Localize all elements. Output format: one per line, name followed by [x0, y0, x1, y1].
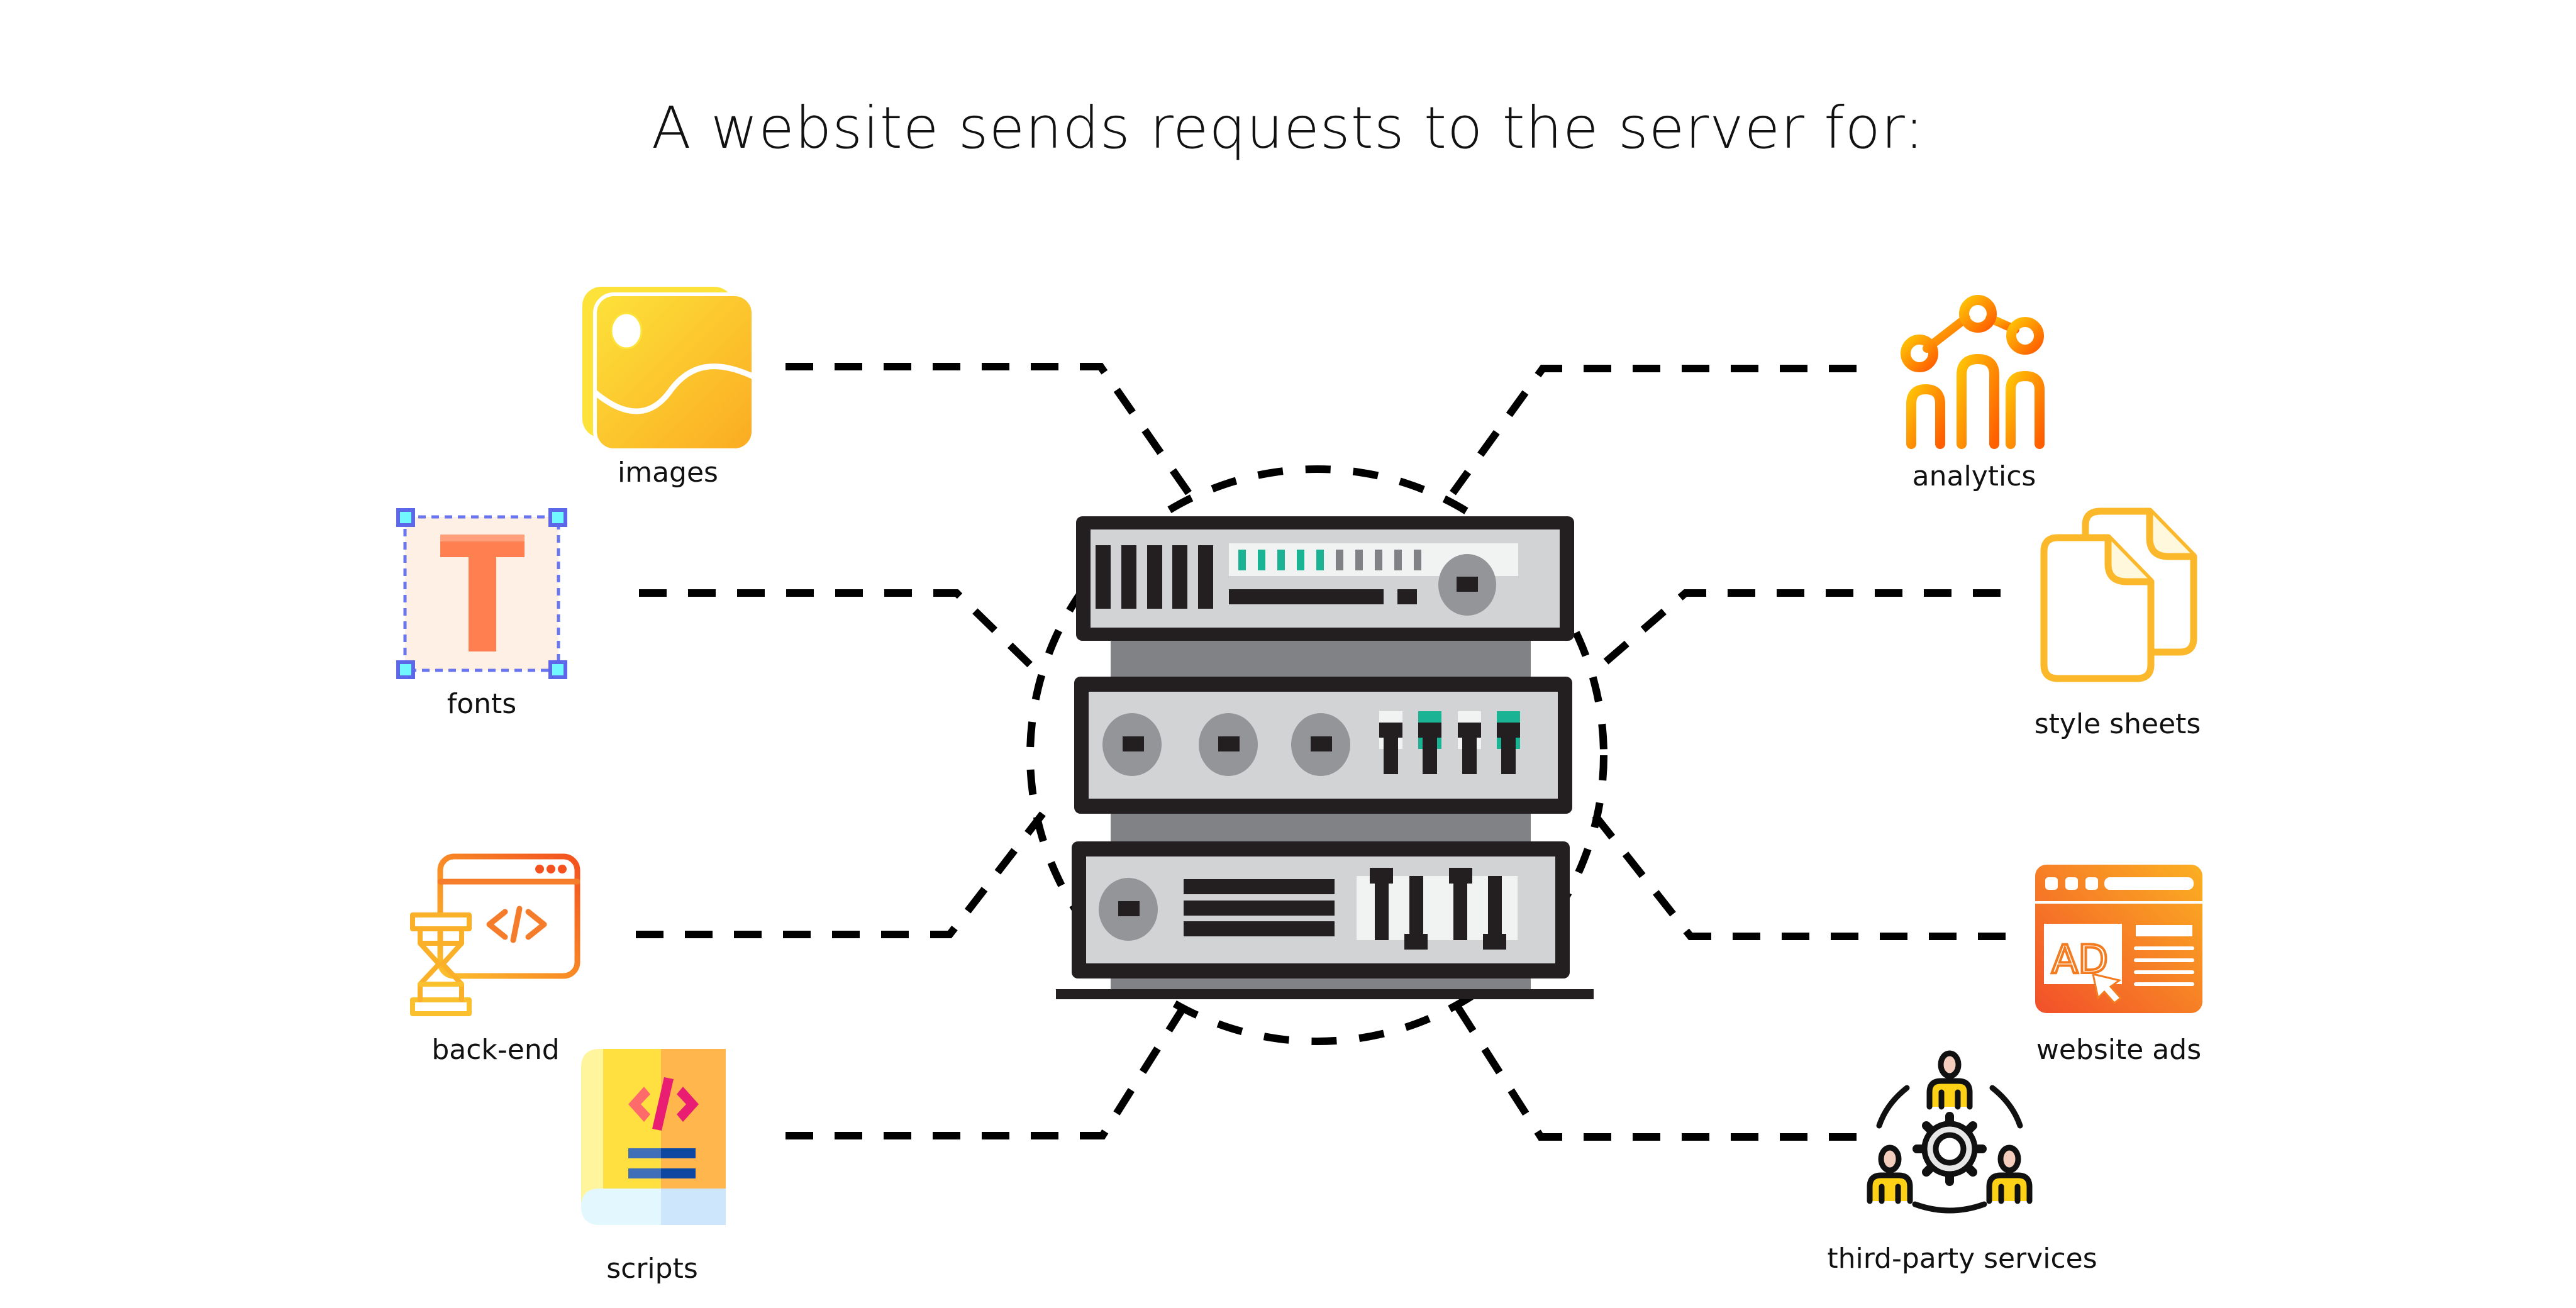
connector-back-end	[636, 811, 1046, 938]
connector-style-sheets	[1591, 589, 2001, 675]
connector-third-party-services	[1449, 997, 1857, 1141]
image-icon	[581, 285, 755, 452]
connector-scripts	[786, 997, 1192, 1139]
font-icon	[396, 508, 567, 679]
label-style-sheets: style sheets	[2034, 708, 2201, 740]
label-analytics: analytics	[1912, 460, 2036, 492]
code-window-hourglass-icon	[408, 849, 584, 1025]
label-third-party-services: third-party services	[1827, 1243, 2097, 1275]
ad-browser-icon: AD	[2034, 863, 2204, 1014]
server-unit-top	[1076, 516, 1574, 641]
server-unit-bottom	[1072, 841, 1570, 978]
label-fonts: fonts	[447, 688, 517, 720]
label-images: images	[618, 457, 718, 489]
code-book-icon	[581, 1049, 726, 1225]
analytics-chart-icon	[1889, 285, 2059, 450]
server-rack-icon	[1056, 516, 1594, 999]
connector-website-ads	[1591, 811, 2006, 940]
team-gear-icon	[1855, 1041, 2044, 1229]
documents-icon	[2039, 506, 2200, 682]
connector-fonts	[639, 589, 1041, 675]
server-unit-middle	[1074, 677, 1572, 814]
label-scripts: scripts	[606, 1253, 698, 1285]
